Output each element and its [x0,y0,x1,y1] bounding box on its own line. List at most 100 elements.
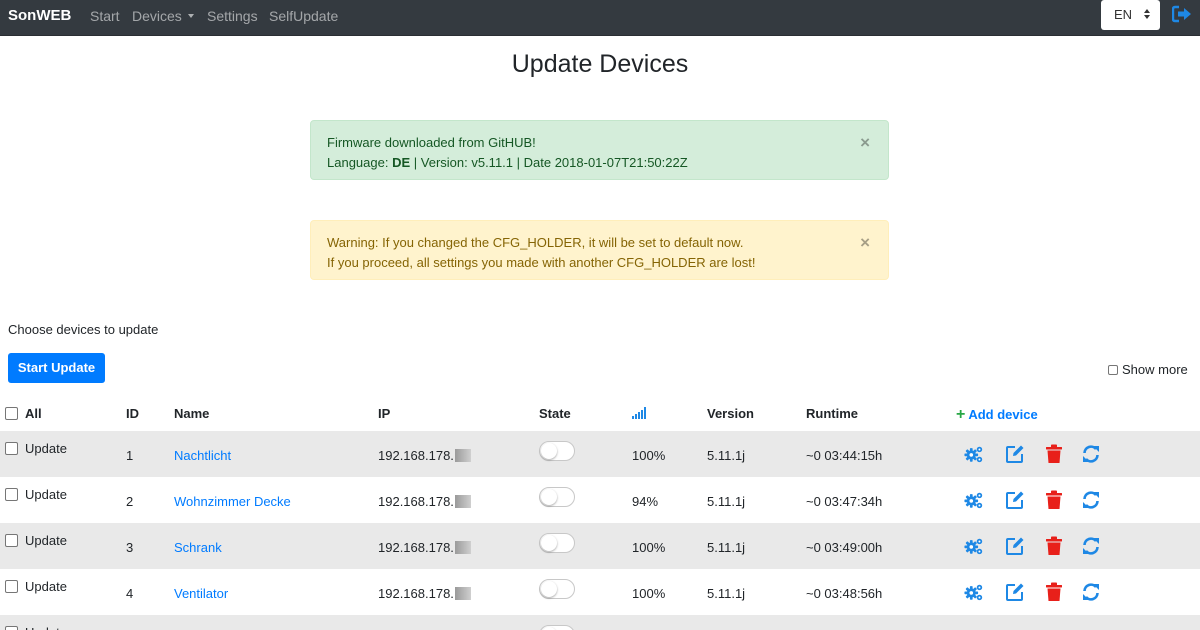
cogs-icon[interactable] [964,582,984,602]
cogs-icon[interactable] [964,490,984,510]
edit-icon[interactable] [1005,444,1025,464]
runtime: ~0 03:49:00h [806,540,883,555]
row-update-checkbox[interactable] [5,442,18,455]
warning-alert: Warning: If you changed the CFG_HOLDER, … [310,220,889,280]
cogs-icon[interactable] [964,536,984,556]
nav-devices-dropdown[interactable]: Devices [132,8,194,24]
cogs-icon[interactable] [964,444,984,464]
signal-strength: 100% [632,540,666,555]
brand-logo[interactable]: SonWEB [8,7,71,24]
trash-icon[interactable] [1044,444,1064,464]
select-all-checkbox[interactable] [5,407,18,420]
show-more-toggle[interactable]: Show more [1108,362,1188,377]
row-update-label: Update [25,487,67,502]
row-update-checkbox[interactable] [5,488,18,501]
row-id: 4 [126,586,134,601]
language-label: Language: [327,155,389,170]
warning-alert-line2: If you proceed, all settings you made wi… [327,255,756,270]
trash-icon[interactable] [1044,536,1064,556]
language-value: EN [1114,7,1133,22]
warning-alert-line1: Warning: If you changed the CFG_HOLDER, … [327,235,744,250]
success-alert-line2: Language: DE | Version: v5.11.1 | Date 2… [327,153,872,173]
state-toggle[interactable] [539,441,575,461]
header-version: Version [707,406,754,421]
add-device-link[interactable]: + Add device [956,406,1038,424]
row-id: 1 [126,448,134,463]
state-toggle[interactable] [539,533,575,553]
runtime: ~0 03:44:15h [806,448,883,463]
refresh-icon[interactable] [1081,582,1101,602]
table-row: Update [0,615,1200,630]
state-toggle[interactable] [539,487,575,507]
ip-redacted [454,449,471,462]
row-update-label: Update [25,625,67,630]
trash-icon[interactable] [1044,582,1064,602]
show-more-label: Show more [1122,362,1188,377]
device-name-link[interactable]: Nachtlicht [174,448,231,463]
language-code: DE [392,155,411,170]
logout-icon[interactable] [1172,5,1192,23]
nav-start[interactable]: Start [90,8,120,24]
device-ip: 192.168.178. [378,540,471,555]
signal-strength: 100% [632,586,666,601]
close-success-alert-button[interactable]: × [860,134,870,151]
choose-devices-label: Choose devices to update [8,322,159,337]
device-ip-text: 192.168.178. [378,494,454,509]
row-id: 3 [126,540,134,555]
show-more-checkbox[interactable] [1108,365,1118,375]
page-title: Update Devices [511,50,689,78]
device-ip: 192.168.178. [378,494,471,509]
plus-icon: + [956,406,966,423]
nav-settings[interactable]: Settings [207,8,258,24]
nav-selfupdate[interactable]: SelfUpdate [269,8,338,24]
header-all: All [25,406,42,421]
header-name: Name [174,406,210,421]
edit-icon[interactable] [1005,490,1025,510]
trash-icon[interactable] [1044,490,1064,510]
firmware-version: 5.11.1j [707,586,746,601]
state-toggle[interactable] [539,579,575,599]
ip-redacted [454,587,471,600]
success-alert: Firmware downloaded from GitHUB! Languag… [310,120,889,180]
runtime: ~0 03:48:56h [806,586,883,601]
success-alert-line1: Firmware downloaded from GitHUB! [327,135,536,150]
edit-icon[interactable] [1005,536,1025,556]
header-id: ID [126,406,139,421]
firmware-version: 5.11.1j [707,540,746,555]
language-select[interactable]: EN [1101,0,1160,30]
device-name-link[interactable]: Ventilator [174,586,228,601]
firmware-version: 5.11.1j [707,448,746,463]
device-ip-text: 192.168.178. [378,540,454,555]
table-row: Update 2 Wohnzimmer Decke 192.168.178. 9… [0,477,1200,523]
device-ip-text: 192.168.178. [378,448,454,463]
header-ip: IP [378,406,391,421]
refresh-icon[interactable] [1081,444,1101,464]
start-update-button[interactable]: Start Update [8,353,105,383]
row-update-label: Update [25,441,67,456]
refresh-icon[interactable] [1081,536,1101,556]
table-row: Update 3 Schrank 192.168.178. 100% 5.11.… [0,523,1200,569]
firmware-version-date: | Version: v5.11.1 | Date 2018-01-07T21:… [413,155,688,170]
row-id: 2 [126,494,134,509]
header-runtime: Runtime [806,406,858,421]
close-warning-alert-button[interactable]: × [860,234,870,251]
ip-redacted [454,541,471,554]
device-ip: 192.168.178. [378,448,471,463]
edit-icon[interactable] [1005,582,1025,602]
row-update-checkbox[interactable] [5,534,18,547]
row-update-checkbox[interactable] [5,626,18,630]
device-ip-text: 192.168.178. [378,586,454,601]
row-update-checkbox[interactable] [5,580,18,593]
table-row: Update 4 Ventilator 192.168.178. 100% 5.… [0,569,1200,615]
select-arrows-icon [1144,9,1150,20]
table-row: Update 1 Nachtlicht 192.168.178. 100% 5.… [0,431,1200,477]
device-name-link[interactable]: Wohnzimmer Decke [174,494,291,509]
signal-strength-icon [632,407,646,419]
header-state: State [539,406,571,421]
add-device-label: Add device [968,407,1038,422]
refresh-icon[interactable] [1081,490,1101,510]
state-toggle[interactable] [539,625,575,630]
device-name-link[interactable]: Schrank [174,540,222,555]
ip-redacted [454,495,471,508]
firmware-version: 5.11.1j [707,494,746,509]
